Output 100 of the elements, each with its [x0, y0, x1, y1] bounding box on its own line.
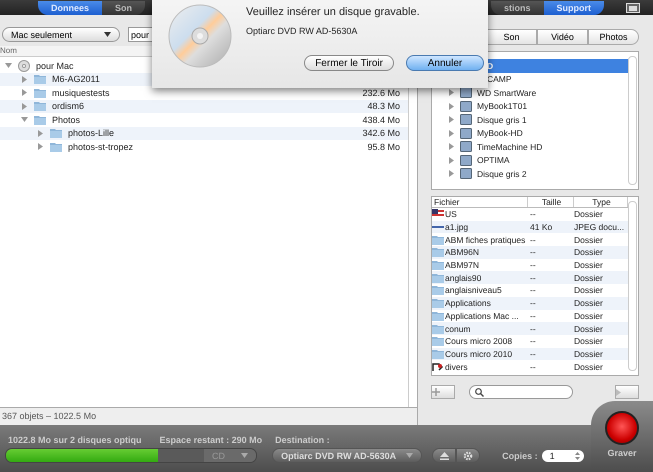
tab[interactable]: Vidéo — [537, 29, 588, 45]
caret-icon — [406, 453, 414, 458]
burn-button[interactable] — [605, 411, 639, 445]
disc-icon — [168, 4, 232, 68]
destination-dropdown[interactable]: Optiarc DVD RW AD-5630A — [272, 448, 422, 463]
table-cell-text: -- — [529, 272, 537, 283]
file-name: anglaisniveau5 — [445, 285, 502, 296]
disclosure-icon[interactable] — [448, 89, 455, 96]
scrollbar[interactable] — [628, 56, 637, 185]
device-row[interactable]: MyBook1T01 — [432, 100, 628, 113]
table-cell-text: 41 Ko — [529, 222, 554, 232]
disclosure-icon[interactable] — [448, 130, 455, 137]
folder-icon — [50, 142, 62, 152]
folder-icon — [34, 74, 46, 84]
device-row[interactable]: WD SmartWare — [432, 86, 628, 100]
file-name: Cours micro 2008 — [445, 336, 512, 346]
tab[interactable]: Son — [102, 1, 146, 15]
stepper-icon — [574, 452, 580, 460]
settings-button[interactable] — [456, 448, 480, 463]
disclosure-open-icon[interactable] — [5, 62, 12, 70]
eject-icon — [440, 452, 449, 460]
tree-item[interactable]: M6-AG2011 — [52, 74, 100, 84]
tree-item[interactable]: photos-st-tropez — [68, 142, 134, 152]
column-header[interactable]: Type — [574, 197, 628, 207]
folder-icon — [432, 324, 444, 334]
folder-icon — [432, 285, 444, 296]
search-icon — [475, 388, 484, 396]
table-cell-text: Dossier — [574, 310, 604, 321]
usage-text: 1022.8 Mo sur 2 disques optiqu — [8, 435, 142, 445]
table-cell-text: -- — [529, 336, 537, 346]
file-name: a1.jpg — [445, 222, 468, 232]
eject-button[interactable] — [432, 448, 456, 463]
table-cell-text: Dossier — [574, 247, 604, 258]
table-cell-text: Dossier — [574, 285, 604, 296]
tree-item[interactable]: Photos — [52, 114, 80, 125]
size-label: 232.6 Mo — [362, 88, 400, 98]
table-cell-text: -- — [529, 298, 537, 308]
file-name: ABM fiches pratiques — [445, 234, 526, 245]
folder-icon — [432, 234, 444, 245]
folder-icon — [432, 260, 444, 270]
table-cell-text: Dossier — [574, 336, 604, 346]
file-name: US — [445, 209, 457, 220]
table-cell-text: -- — [529, 348, 537, 359]
add-button[interactable] — [431, 385, 455, 399]
filter-dropdown[interactable]: Mac seulement — [2, 27, 120, 42]
cancel-button[interactable]: Annuler — [406, 55, 484, 71]
search-field[interactable] — [469, 385, 573, 399]
disclosure-icon[interactable] — [37, 130, 44, 137]
drive-icon — [460, 141, 472, 152]
plus-icon — [432, 388, 440, 396]
copies-label: Copies : — [502, 450, 538, 460]
disclosure-icon[interactable] — [448, 116, 455, 124]
size-label: 342.6 Mo — [362, 128, 400, 138]
device-row[interactable]: Disque gris 2 — [432, 167, 628, 180]
close-tray-button[interactable]: Fermer le Tiroir — [304, 55, 394, 71]
tree-item[interactable]: pour Mac — [36, 60, 74, 71]
device-row[interactable]: OPTIMA — [432, 154, 628, 167]
column-header[interactable]: Fichier — [432, 197, 528, 207]
tree-item[interactable]: musiquestests — [52, 88, 110, 98]
disclosure-icon[interactable] — [21, 76, 28, 83]
tab[interactable]: stions — [490, 1, 544, 15]
column-header[interactable]: Taille — [528, 197, 574, 207]
disclosure-icon[interactable] — [448, 170, 455, 178]
folder-icon — [34, 88, 46, 98]
tab[interactable]: Donnees — [38, 1, 102, 15]
table-cell-text: -- — [529, 234, 537, 245]
alias-icon — [432, 362, 444, 372]
file-name: Applications — [445, 298, 491, 308]
burn-label: Graver — [607, 448, 637, 458]
tab[interactable]: Support — [544, 1, 604, 15]
folder-icon — [50, 128, 62, 138]
disclosure-open-icon[interactable] — [21, 116, 28, 124]
table-cell-text: Dossier — [574, 260, 604, 270]
table-cell-text: Dossier — [574, 209, 604, 220]
device-row[interactable]: TimeMachine HD — [432, 140, 628, 154]
copies-field[interactable]: 1 — [542, 450, 584, 462]
window-icon[interactable] — [626, 3, 640, 13]
disclosure-icon[interactable] — [21, 89, 28, 96]
folder-icon — [432, 348, 444, 359]
next-button[interactable] — [615, 385, 639, 399]
device-row[interactable]: Disque gris 1 — [432, 113, 628, 126]
disclosure-icon[interactable] — [37, 143, 44, 150]
disclosure-icon[interactable] — [448, 102, 455, 110]
caret-icon — [104, 32, 111, 37]
scrollbar[interactable] — [628, 201, 637, 371]
disclosure-icon[interactable] — [21, 102, 28, 110]
tab[interactable]: Son — [486, 29, 537, 45]
tree-item[interactable]: ordism6 — [52, 101, 84, 112]
device-row[interactable]: MyBook-HD — [432, 126, 628, 140]
drive-icon — [460, 100, 472, 112]
tab[interactable]: Photos — [588, 29, 639, 45]
table-cell-text: Dossier — [574, 324, 604, 334]
folder-icon — [432, 247, 444, 258]
file-name: Cours micro 2010 — [445, 348, 512, 359]
folder-icon — [432, 272, 444, 283]
disclosure-icon[interactable] — [448, 156, 455, 164]
table-cell-text: -- — [529, 285, 537, 296]
disclosure-icon[interactable] — [448, 143, 455, 150]
table-cell-text: Dossier — [574, 348, 604, 359]
tree-item[interactable]: photos-Lille — [68, 128, 114, 138]
